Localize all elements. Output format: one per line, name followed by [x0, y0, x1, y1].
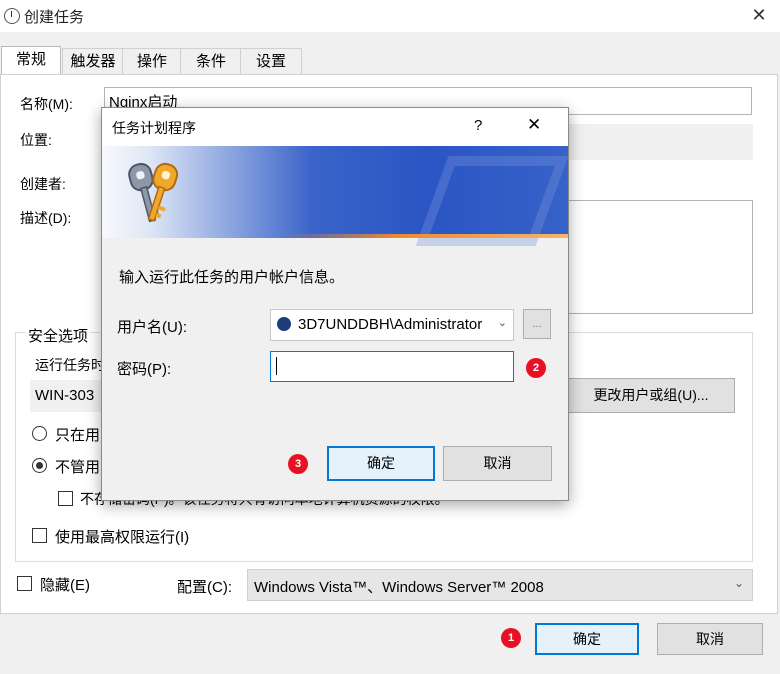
run-as-field: WIN-303 [30, 380, 104, 412]
user-icon [277, 317, 291, 331]
close-icon[interactable]: ✕ [744, 0, 774, 30]
dialog-banner [102, 146, 569, 246]
description-label: 描述(D): [20, 210, 72, 226]
credentials-dialog: 任务计划程序 ? ✕ 输入运行此任务的用户帐户信息。 用户名(U): 3D7UN… [101, 107, 569, 501]
run-highest-label: 使用最高权限运行(I) [55, 529, 190, 546]
username-label: 用户名(U): [117, 319, 187, 336]
dialog-title: 任务计划程序 [112, 120, 196, 136]
run-as-label: 运行任务时 [35, 357, 105, 373]
dialog-cancel-button[interactable]: 取消 [443, 446, 552, 481]
radio-whether-logged-on[interactable] [32, 458, 47, 473]
tab-settings[interactable]: 设置 [240, 48, 302, 75]
security-options-label: 安全选项 [26, 325, 91, 346]
configure-value: Windows Vista™、Windows Server™ 2008 [254, 579, 544, 596]
dialog-ok-button[interactable]: 确定 [327, 446, 435, 481]
radio-logged-on[interactable] [32, 426, 47, 441]
tab-actions[interactable]: 操作 [122, 48, 182, 75]
dialog-prompt: 输入运行此任务的用户帐户信息。 [119, 269, 345, 286]
tab-conditions[interactable]: 条件 [180, 48, 242, 75]
password-input[interactable] [270, 351, 514, 382]
text-cursor [276, 357, 277, 375]
author-label: 创建者: [20, 176, 66, 192]
run-as-value: WIN-303 [35, 387, 95, 404]
chevron-down-icon: ⌄ [497, 317, 507, 329]
ok-button[interactable]: 确定 [535, 623, 639, 655]
username-combo[interactable]: 3D7UNDDBH\Administrator ⌄ [270, 309, 514, 341]
keys-icon [128, 162, 179, 223]
main-title-bar: 创建任务 ✕ [0, 0, 780, 32]
location-label: 位置: [20, 132, 52, 148]
window-title: 创建任务 [24, 9, 85, 26]
do-not-store-password-checkbox[interactable] [58, 491, 73, 506]
tab-general[interactable]: 常规 [1, 46, 61, 76]
badge-1: 1 [501, 628, 521, 648]
browse-button[interactable]: ... [523, 309, 551, 339]
help-icon[interactable]: ? [474, 117, 482, 134]
configure-select[interactable]: Windows Vista™、Windows Server™ 2008 ⌄ [247, 569, 753, 601]
dialog-title-bar: 任务计划程序 ? ✕ [102, 108, 568, 146]
name-label: 名称(M): [20, 96, 73, 112]
clock-icon [4, 8, 20, 24]
password-label: 密码(P): [117, 361, 172, 378]
badge-2: 2 [526, 358, 546, 378]
configure-label: 配置(C): [177, 579, 232, 596]
description-textarea[interactable] [567, 200, 753, 314]
hidden-checkbox[interactable] [17, 576, 32, 591]
hidden-label: 隐藏(E) [40, 577, 90, 594]
tab-triggers[interactable]: 触发器 [62, 48, 124, 75]
radio-whether-logged-on-label: 不管用 [55, 459, 101, 476]
badge-3: 3 [288, 454, 308, 474]
chevron-down-icon: ⌄ [733, 576, 744, 590]
change-user-button[interactable]: 更改用户或组(U)... [567, 378, 735, 413]
location-value-field [567, 124, 753, 160]
dialog-close-icon[interactable]: ✕ [527, 115, 541, 135]
username-value: 3D7UNDDBH\Administrator [298, 316, 483, 333]
run-highest-checkbox[interactable] [32, 528, 47, 543]
cancel-button[interactable]: 取消 [657, 623, 763, 655]
radio-logged-on-label: 只在用 [55, 427, 101, 444]
